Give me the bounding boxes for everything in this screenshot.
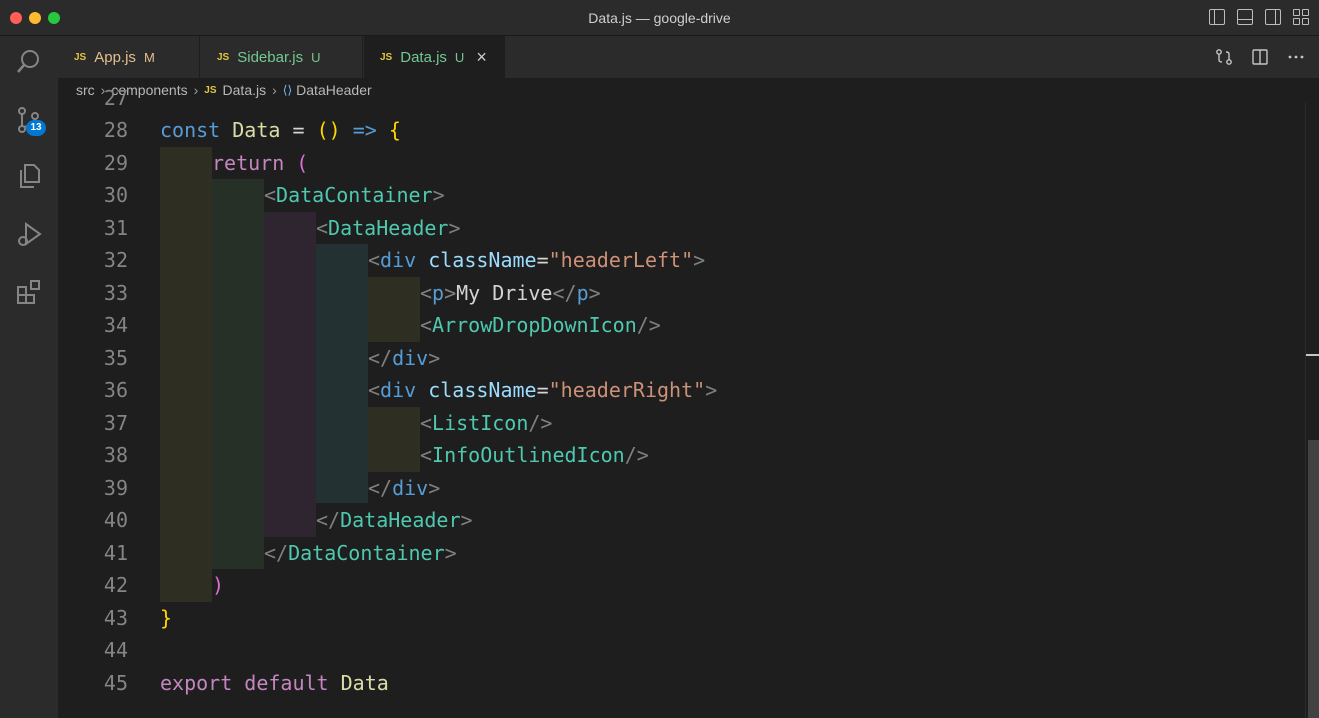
extensions-icon[interactable]: [13, 276, 45, 308]
line-number: 44: [103, 638, 128, 662]
code-line-40: </DataHeader>: [316, 508, 473, 532]
line-number: 28: [103, 118, 128, 142]
code-line-35: </div>: [368, 345, 441, 370]
indent-guide: [368, 406, 420, 472]
line-number: 36: [103, 378, 128, 402]
tab-bar: JS App.js M JS Sidebar.js U JS Data.js U…: [58, 36, 1319, 78]
code-line-43: }: [160, 605, 173, 630]
indent-guide: [212, 179, 264, 569]
breadcrumb: src › components › JS Data.js › ⟨⟩ DataH…: [58, 78, 1319, 102]
line-number: 34: [103, 313, 128, 337]
code-line-32: <div className="headerLeft">: [368, 248, 706, 272]
line-number: 37: [103, 410, 128, 435]
tab-status: U: [311, 49, 321, 65]
breadcrumb-item-symbol[interactable]: DataHeader: [296, 82, 372, 98]
more-actions-icon[interactable]: [1287, 48, 1305, 66]
line-number: 45: [103, 670, 128, 695]
indent-guide: [264, 211, 316, 537]
vertical-scrollbar[interactable]: [1305, 102, 1319, 718]
line-number: 42: [103, 573, 128, 597]
breadcrumb-item-src[interactable]: src: [76, 82, 95, 98]
tab-data-js[interactable]: JS Data.js U ×: [364, 36, 505, 78]
tab-status: U: [454, 49, 465, 65]
chevron-right-icon: ›: [272, 82, 277, 98]
close-tab-icon[interactable]: ×: [476, 47, 487, 68]
line-number: 43: [103, 605, 128, 630]
javascript-file-icon: JS: [380, 51, 393, 63]
split-editor-icon[interactable]: [1251, 48, 1269, 66]
line-number: 41: [103, 540, 128, 565]
tab-label: Data.js: [400, 48, 447, 66]
title-bar: Data.js — google-drive: [0, 0, 1319, 36]
code-line-34: <ArrowDropDownIcon/>: [420, 313, 661, 337]
symbol-variable-icon: ⟨⟩: [282, 83, 293, 97]
code-line-33: <p>My Drive</p>: [420, 280, 601, 305]
window-title: Data.js — google-drive: [588, 10, 731, 26]
toggle-panel-icon[interactable]: [1237, 9, 1253, 25]
indent-guide: [160, 146, 212, 602]
code-editor[interactable]: 27 28 29 30 31 32 33 34 35 36 37 38 39 4…: [58, 86, 1319, 718]
javascript-file-icon: JS: [217, 51, 230, 63]
open-changes-icon[interactable]: [1215, 48, 1233, 66]
scrollbar-thumb[interactable]: [1308, 440, 1319, 718]
indent-guide: [368, 276, 420, 342]
code-line-31: <DataHeader>: [316, 215, 461, 240]
code-line-41: </DataContainer>: [264, 540, 457, 565]
toggle-primary-sidebar-icon[interactable]: [1209, 9, 1225, 25]
line-number: 30: [103, 183, 128, 207]
line-number: 27: [103, 86, 128, 110]
layout-controls: [1209, 9, 1309, 25]
code-line-28: const Data = () => {: [160, 118, 401, 142]
tab-app-js[interactable]: JS App.js M: [58, 36, 200, 78]
breadcrumb-item-file[interactable]: Data.js: [223, 82, 267, 98]
explorer-icon[interactable]: [13, 160, 45, 192]
line-number: 33: [103, 280, 128, 305]
code-line-39: </div>: [368, 475, 441, 500]
line-number: 35: [103, 345, 128, 370]
tab-status: M: [143, 49, 155, 65]
code-line-45: export default Data: [160, 670, 389, 695]
line-number: 40: [103, 508, 128, 532]
customize-layout-icon[interactable]: [1293, 9, 1309, 25]
line-number: 32: [103, 248, 128, 272]
activity-bar: 13: [0, 36, 58, 718]
toggle-secondary-sidebar-icon[interactable]: [1265, 9, 1281, 25]
chevron-right-icon: ›: [193, 82, 199, 98]
scrollbar-cursor-marker: [1306, 354, 1319, 356]
search-icon[interactable]: [13, 46, 45, 78]
line-number: 31: [103, 215, 128, 240]
code-line-30: <DataContainer>: [264, 183, 445, 207]
tab-label: App.js: [94, 48, 136, 66]
code-line-42: ): [212, 573, 225, 597]
editor-actions: [1215, 48, 1305, 66]
javascript-file-icon: JS: [204, 84, 217, 96]
code-line-36: <div className="headerRight">: [368, 378, 718, 402]
tab-label: Sidebar.js: [237, 48, 304, 66]
line-number: 39: [103, 475, 128, 500]
line-number: 38: [103, 443, 128, 467]
indent-guide: [316, 244, 368, 503]
code-line-29: return (: [212, 150, 309, 175]
run-debug-icon[interactable]: [13, 218, 45, 250]
source-control-badge: 13: [26, 120, 46, 136]
code-line-37: <ListIcon/>: [420, 410, 553, 435]
javascript-file-icon: JS: [74, 51, 87, 63]
code-line-38: <InfoOutlinedIcon/>: [420, 443, 649, 467]
tab-sidebar-js[interactable]: JS Sidebar.js U: [201, 36, 363, 78]
line-number: 29: [103, 150, 128, 175]
